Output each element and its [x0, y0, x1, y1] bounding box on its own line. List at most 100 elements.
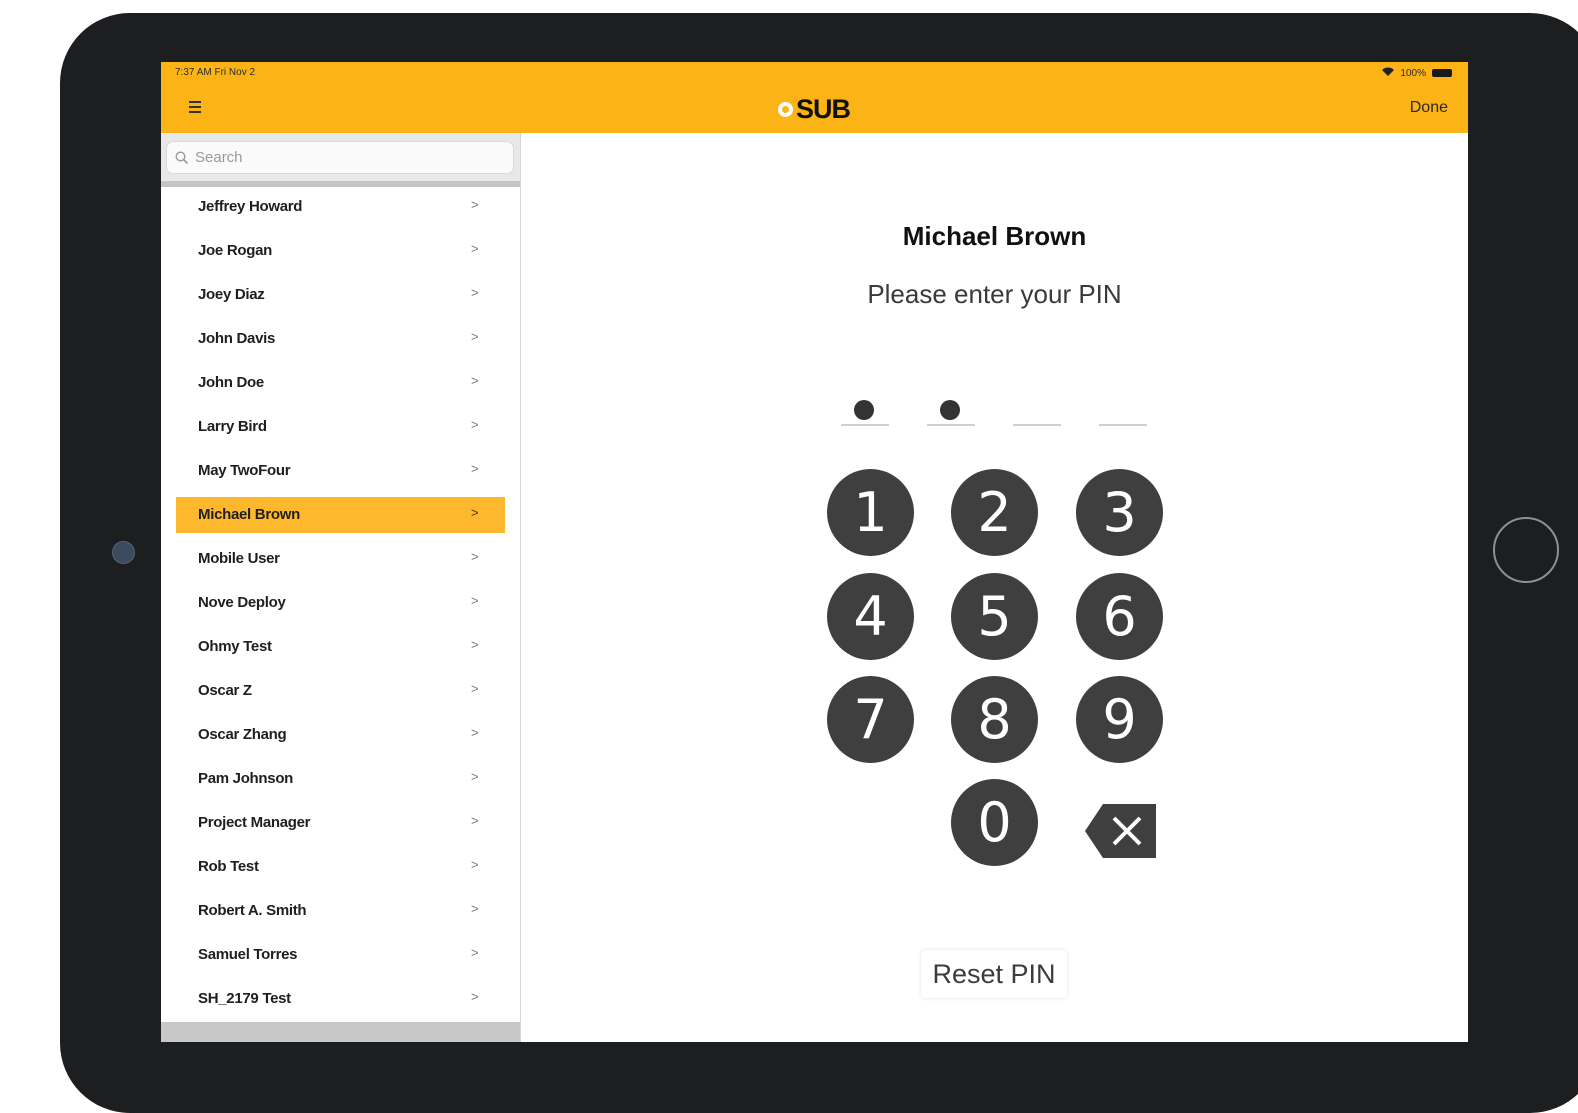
chevron-right-icon: >	[471, 725, 479, 740]
home-button[interactable]	[1493, 517, 1559, 583]
list-item-label: Oscar Zhang	[198, 726, 287, 743]
list-item[interactable]: Project Manager >	[176, 805, 505, 841]
search-field-container[interactable]	[166, 141, 514, 174]
list-item[interactable]: Ohmy Test >	[176, 629, 505, 665]
chevron-right-icon: >	[471, 197, 479, 212]
chevron-right-icon: >	[471, 241, 479, 256]
front-camera	[112, 541, 135, 564]
pin-slot	[1013, 396, 1061, 426]
logo-text: SUB	[796, 94, 851, 124]
keypad-key-4[interactable]: 4	[827, 573, 914, 660]
list-item[interactable]: Mobile User >	[176, 541, 505, 577]
pin-slot-underline	[927, 424, 975, 426]
keypad-key-3[interactable]: 3	[1076, 469, 1163, 556]
app-screen: 7:37 AM Fri Nov 2 100% SUB Done Search J…	[161, 62, 1468, 1042]
list-item[interactable]: Nove Deploy >	[176, 585, 505, 621]
wifi-icon	[1382, 67, 1395, 79]
chevron-right-icon: >	[471, 329, 479, 344]
backspace-icon[interactable]	[1083, 802, 1158, 860]
list-item[interactable]: Oscar Zhang >	[176, 717, 505, 753]
pin-user-name: Michael Brown	[902, 221, 1087, 251]
pin-prompt: Please enter your PIN	[867, 279, 1122, 309]
keypad-key-1[interactable]: 1	[827, 469, 914, 556]
keypad-key-6[interactable]: 6	[1076, 573, 1163, 660]
list-item-label: Pam Johnson	[198, 770, 294, 787]
list-item[interactable]: Samuel Torres >	[176, 937, 505, 973]
list-item-label: Joe Rogan	[198, 242, 272, 259]
chevron-right-icon: >	[471, 373, 479, 388]
list-item-label: John Doe	[198, 374, 264, 391]
pin-slot	[927, 396, 975, 426]
list-item[interactable]: Joe Rogan >	[176, 233, 505, 269]
list-item-label: Project Manager	[198, 814, 311, 831]
list-item-label: Joey Diaz	[198, 286, 265, 303]
pin-slot	[841, 396, 889, 426]
list-item-label: Mobile User	[198, 550, 280, 567]
keypad-key-7[interactable]: 7	[827, 676, 914, 763]
list-item-label: May TwoFour	[198, 462, 291, 479]
list-item[interactable]: Pam Johnson >	[176, 761, 505, 797]
list-item-label: Jeffrey Howard	[198, 198, 303, 215]
list-item-label: Oscar Z	[198, 682, 252, 699]
list-item-label: Nove Deploy	[198, 594, 286, 611]
list-item-label: Robert A. Smith	[198, 902, 307, 919]
list-item[interactable]: John Doe >	[176, 365, 505, 401]
list-item-label: Larry Bird	[198, 418, 267, 435]
battery-percent: 100%	[1400, 67, 1426, 79]
status-bar: 7:37 AM Fri Nov 2 100%	[161, 62, 1468, 84]
list-item[interactable]: Michael Brown >	[176, 497, 505, 533]
chevron-right-icon: >	[471, 637, 479, 652]
list-item-label: Samuel Torres	[198, 946, 298, 963]
keypad-key-2[interactable]: 2	[951, 469, 1038, 556]
list-item-label: SH_2179 Test	[198, 990, 291, 1007]
search-input[interactable]	[195, 144, 495, 171]
logo-mark-icon	[778, 102, 793, 117]
chevron-right-icon: >	[471, 901, 479, 916]
chevron-right-icon: >	[471, 769, 479, 784]
keypad-key-0[interactable]: 0	[951, 779, 1038, 866]
chevron-right-icon: >	[471, 593, 479, 608]
chevron-right-icon: >	[471, 989, 479, 1004]
pin-slot-underline	[1099, 424, 1147, 426]
done-button[interactable]: Done	[1410, 99, 1448, 117]
pin-entry-panel: Michael Brown Please enter your PIN 123 4…	[521, 133, 1468, 1042]
search-bar	[161, 133, 520, 187]
list-item[interactable]: Robert A. Smith >	[176, 893, 505, 929]
list-item-label: John Davis	[198, 330, 276, 347]
battery-icon	[1432, 69, 1452, 77]
chevron-right-icon: >	[471, 813, 479, 828]
pin-dot	[940, 400, 960, 420]
chevron-right-icon: >	[471, 505, 479, 520]
chevron-right-icon: >	[471, 945, 479, 960]
pin-slot-underline	[1013, 424, 1061, 426]
status-time-date: 7:37 AM Fri Nov 2	[175, 67, 256, 78]
chevron-right-icon: >	[471, 857, 479, 872]
app-logo: SUB	[778, 94, 851, 125]
hamburger-icon[interactable]	[189, 98, 201, 116]
pin-slot	[1099, 396, 1147, 426]
list-item[interactable]: Rob Test >	[176, 849, 505, 885]
chevron-right-icon: >	[471, 549, 479, 564]
sidebar-scroll-footer	[161, 1022, 520, 1042]
list-item[interactable]: Larry Bird >	[176, 409, 505, 445]
list-item[interactable]: Oscar Z >	[176, 673, 505, 709]
chevron-right-icon: >	[471, 417, 479, 432]
list-item[interactable]: May TwoFour >	[176, 453, 505, 489]
list-item[interactable]: Jeffrey Howard >	[176, 189, 505, 225]
pin-slot-underline	[841, 424, 889, 426]
list-item[interactable]: Joey Diaz >	[176, 277, 505, 313]
chevron-right-icon: >	[471, 285, 479, 300]
list-item-label: Ohmy Test	[198, 638, 272, 655]
pin-dot	[854, 400, 874, 420]
keypad-key-5[interactable]: 5	[951, 573, 1038, 660]
list-item-label: Rob Test	[198, 858, 259, 875]
keypad-key-9[interactable]: 9	[1076, 676, 1163, 763]
navigation-bar: SUB Done	[161, 84, 1468, 133]
search-icon	[175, 151, 189, 165]
list-item[interactable]: John Davis >	[176, 321, 505, 357]
keypad-key-8[interactable]: 8	[951, 676, 1038, 763]
reset-pin-button[interactable]: Reset PIN	[921, 950, 1067, 998]
chevron-right-icon: >	[471, 461, 479, 476]
user-sidebar: Jeffrey Howard>Joe Rogan>Joey Diaz>John …	[161, 133, 521, 1042]
list-item[interactable]: SH_2179 Test >	[176, 981, 505, 1017]
